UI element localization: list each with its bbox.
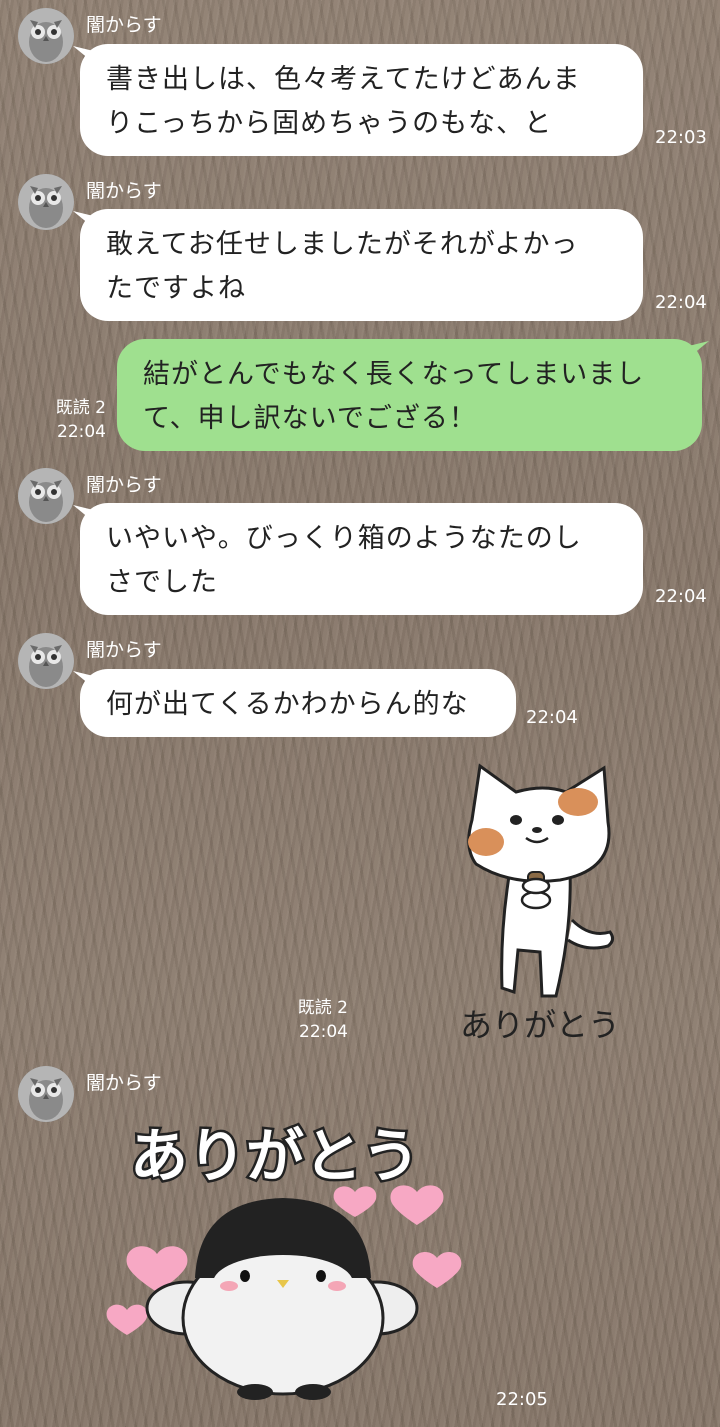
owl-avatar-icon[interactable] [18, 468, 74, 524]
sticker-caption: ありがとう [460, 1006, 620, 1044]
message-time: 22:04 [655, 586, 707, 607]
message-time: 22:04 [299, 1022, 348, 1042]
sender-name: 闇からす [86, 474, 162, 496]
message-text-line: て、申し訳ないでござる！ [143, 403, 477, 434]
message-bubble[interactable]: 何が出てくるかわからん的な [80, 669, 516, 737]
message-text-line: りこっちから固めちゃうのもな、と [106, 108, 553, 139]
owl-avatar-icon[interactable] [18, 174, 74, 230]
sticker-caption: ありがとう [130, 1122, 420, 1190]
message-bubble[interactable]: 敢えてお任せしましたがそれがよかっ たですよね [80, 209, 643, 321]
message-text-line: さでした [106, 567, 218, 598]
penguin-sticker-icon: ありがとう [106, 1120, 462, 1400]
read-receipt: 既読 2 22:04 [282, 996, 348, 1044]
message-time: 22:05 [496, 1389, 548, 1410]
message-text-line: たですよね [106, 273, 246, 304]
read-receipt: 既読 2 22:04 [40, 396, 106, 444]
penguin-sticker[interactable]: ありがとう [95, 1108, 475, 1408]
owl-avatar-icon[interactable] [18, 8, 74, 64]
cat-sticker-icon: ありがとう [460, 763, 620, 1044]
message-text-line: 何が出てくるかわからん的な [106, 689, 469, 720]
message-text-line: 敢えてお任せしましたがそれがよかっ [106, 229, 579, 260]
message-text-line: 結がとんでもなく長くなってしまいまし [143, 359, 645, 390]
sender-name: 闇からす [86, 639, 162, 661]
message-time: 22:04 [57, 422, 106, 442]
message-text-line: 書き出しは、色々考えてたけどあんま [106, 64, 581, 95]
sender-name: 闇からす [86, 14, 162, 36]
owl-avatar-icon[interactable] [18, 1066, 74, 1122]
read-count: 既読 2 [55, 398, 106, 418]
owl-avatar-icon[interactable] [18, 633, 74, 689]
outgoing-message-bubble[interactable]: 結がとんでもなく長くなってしまいまし て、申し訳ないでござる！ [117, 339, 702, 451]
message-time: 22:04 [526, 707, 578, 728]
message-text-line: いやいや。びっくり箱のようなたのし [106, 523, 582, 554]
sender-name: 闇からす [86, 180, 162, 202]
sender-name: 闇からす [86, 1072, 162, 1094]
message-time: 22:04 [655, 292, 707, 313]
read-count: 既読 2 [297, 998, 348, 1018]
cat-sticker[interactable]: ありがとう [440, 760, 640, 1050]
message-bubble[interactable]: いやいや。びっくり箱のようなたのし さでした [80, 503, 643, 615]
message-time: 22:03 [655, 127, 707, 148]
message-bubble[interactable]: 書き出しは、色々考えてたけどあんま りこっちから固めちゃうのもな、と [80, 44, 643, 156]
